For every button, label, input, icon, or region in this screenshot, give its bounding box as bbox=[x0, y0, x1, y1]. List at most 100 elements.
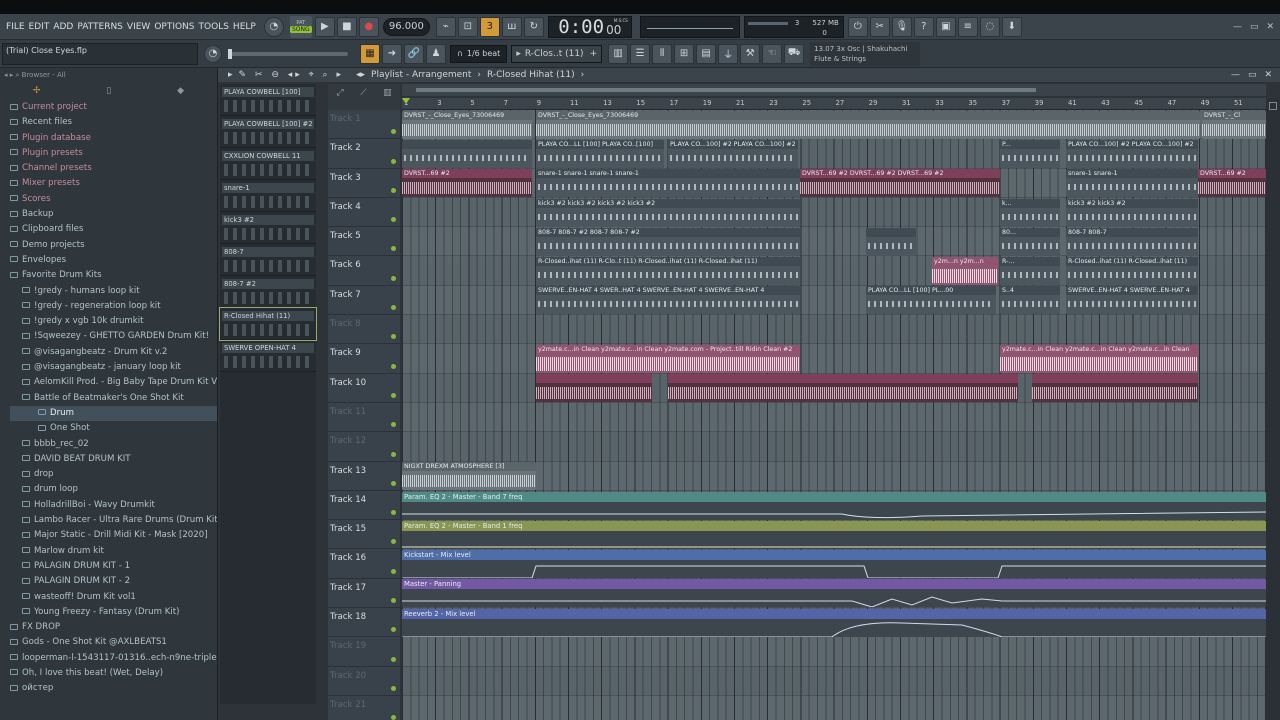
track-mute-led[interactable] bbox=[391, 568, 396, 574]
browser-tag-tab-icon[interactable]: ◆ bbox=[177, 86, 184, 96]
playlist-clip[interactable] bbox=[402, 139, 532, 168]
pattern-slot[interactable]: PLAYA COWBELL [100] #2 bbox=[220, 116, 316, 148]
track-header[interactable]: Track 4 bbox=[328, 198, 400, 228]
play-button[interactable]: ▶ bbox=[314, 16, 335, 37]
zoom-icon[interactable]: ⤢ bbox=[336, 88, 343, 98]
stop-button[interactable]: ■ bbox=[336, 16, 357, 37]
track-lane[interactable] bbox=[402, 315, 1266, 345]
track-mute-led[interactable] bbox=[391, 627, 396, 633]
browser-item[interactable]: Clipboard files bbox=[10, 222, 217, 237]
track-mute-led[interactable] bbox=[391, 158, 396, 164]
track-lane[interactable] bbox=[402, 403, 1266, 433]
track-header[interactable]: Track 20 bbox=[328, 667, 400, 696]
browser-item[interactable]: Marlow drum kit bbox=[10, 544, 217, 559]
track-header[interactable]: Track 3 bbox=[328, 169, 400, 198]
browser-item[interactable]: Plugin database bbox=[10, 131, 217, 146]
track-lane[interactable] bbox=[402, 666, 1266, 696]
online-button[interactable]: ⏻ bbox=[847, 16, 868, 37]
pattern-slot[interactable]: snare-1 bbox=[220, 180, 316, 212]
pattern-slot[interactable]: 808-7 #2 bbox=[220, 276, 316, 308]
track-header[interactable]: Track 17 bbox=[328, 579, 400, 609]
playlist-clip[interactable]: R-... bbox=[1000, 257, 1060, 286]
browser-item[interactable]: !gredy - humans loop kit bbox=[10, 284, 217, 299]
playlist-clip[interactable] bbox=[668, 374, 1018, 403]
track-header[interactable]: Track 10 bbox=[328, 374, 400, 403]
piano-roll-button[interactable]: ▥ bbox=[608, 43, 629, 64]
arrangement-grid[interactable]: DVRST_-_Close_Eyes_73006469 DVRST_-_Close… bbox=[402, 110, 1266, 720]
next-button[interactable]: ➜ bbox=[382, 43, 402, 64]
track-mute-led[interactable] bbox=[391, 392, 396, 398]
track-mute-led[interactable] bbox=[391, 363, 396, 369]
menu-tools[interactable]: TOOLS bbox=[197, 14, 231, 40]
browser-item[interactable]: !Sqweezey - GHETTO GARDEN Drum Kit! bbox=[10, 329, 217, 344]
track-header[interactable]: Track 14 bbox=[328, 491, 400, 521]
track-mute-led[interactable] bbox=[391, 187, 396, 193]
browser-item[interactable]: Current project bbox=[10, 100, 217, 115]
mixer-window-button[interactable]: ⫴ bbox=[652, 43, 673, 64]
pat-song-toggle[interactable]: PAT SONG bbox=[289, 15, 312, 38]
playlist-clip[interactable]: 808-7 808-7 bbox=[1066, 227, 1198, 256]
menu-view[interactable]: VIEW bbox=[125, 14, 152, 40]
playlist-clip[interactable]: k... bbox=[1000, 198, 1060, 227]
minimize-icon[interactable]: — bbox=[1233, 22, 1242, 32]
pattern-slot[interactable]: kick3 #2 bbox=[220, 212, 316, 244]
wait-input-button[interactable]: ⊡ bbox=[457, 16, 478, 37]
main-volume-knob-icon[interactable]: ◔ bbox=[204, 44, 222, 63]
track-header[interactable]: Track 5 bbox=[328, 227, 400, 257]
playlist-clip[interactable]: DVRST_-_Close_Eyes_73006469 bbox=[536, 110, 1200, 139]
min-icon[interactable]: — bbox=[1231, 70, 1240, 80]
options-arrow-icon[interactable]: ▸ bbox=[228, 70, 233, 80]
playlist-clip[interactable]: kick3 #2 kick3 #2 kick3 #2 kick3 #2 bbox=[536, 198, 800, 227]
menu-edit[interactable]: EDIT bbox=[27, 14, 52, 40]
blend-notes-button[interactable]: ш bbox=[501, 16, 522, 37]
track-mute-led[interactable] bbox=[391, 275, 396, 281]
countdown-button[interactable]: 3 bbox=[479, 16, 500, 37]
pattern-slot[interactable]: 808-7 bbox=[220, 244, 316, 276]
playlist-clip[interactable]: PLAYA CO...LL [100] PL...00 bbox=[866, 286, 996, 315]
pattern-selector[interactable]: ▸ R-Clos..t (11) + bbox=[511, 44, 603, 63]
browser-item[interactable]: HolladrillBoi - Wavy Drumkit bbox=[10, 498, 217, 513]
track-lane[interactable] bbox=[402, 696, 1266, 720]
playlist-clip[interactable]: y2mate.c...in Clean y2mate.c...in Clean … bbox=[536, 345, 800, 373]
browser-item[interactable]: Battle of Beatmaker's One Shot Kit bbox=[10, 391, 217, 406]
pattern-slot[interactable]: SWERVE OPEN-HAT 4 bbox=[220, 340, 316, 372]
plugin-picker-button[interactable]: ⊞ bbox=[674, 43, 695, 64]
browser-item[interactable]: Backup bbox=[10, 207, 217, 222]
browser-item[interactable]: bbbb_rec_02 bbox=[10, 437, 217, 452]
playlist-clip[interactable]: DVRST_-_Cl bbox=[1202, 110, 1266, 139]
automation-clip[interactable]: Param. EQ 2 - Master - Band 1 freq bbox=[402, 520, 1266, 549]
master-pitch-slider[interactable] bbox=[228, 48, 348, 59]
track-mute-led[interactable] bbox=[391, 451, 396, 457]
track-header[interactable]: Track 8 bbox=[328, 315, 400, 345]
browser-item[interactable]: Gods - One Shot Kit @AXLBEATS1 bbox=[10, 635, 217, 650]
browser-item[interactable]: PALAGIN DRUM KIT - 2 bbox=[10, 574, 217, 589]
track-header[interactable]: Track 6 bbox=[328, 256, 400, 286]
track-mute-led[interactable] bbox=[391, 510, 396, 516]
track-header[interactable]: Track 18 bbox=[328, 608, 400, 638]
track-mute-led[interactable] bbox=[391, 480, 396, 486]
track-mute-led[interactable] bbox=[391, 598, 396, 604]
cart-button[interactable]: ⛟ bbox=[784, 43, 805, 64]
tempo-display[interactable]: 96.000 bbox=[382, 17, 430, 36]
menu-file[interactable]: FILE bbox=[4, 14, 27, 40]
track-header[interactable]: Track 9 bbox=[328, 344, 400, 374]
browser-item[interactable]: @visagangbeatz - Drum Kit v.2 bbox=[10, 345, 217, 360]
track-header[interactable]: Track 7 bbox=[328, 286, 400, 316]
track-mute-led[interactable] bbox=[391, 656, 396, 662]
browser-item[interactable]: Scores bbox=[10, 192, 217, 207]
playlist-clip[interactable]: snare-1 snare-1 bbox=[1066, 169, 1198, 198]
browser-item[interactable]: AelomKill Prod. - Big Baby Tape Drum Kit… bbox=[10, 375, 217, 390]
browser-item[interactable]: Oh, I love this beat! (Wet, Delay) bbox=[10, 666, 217, 681]
playlist-clip[interactable]: PLAYA CO...100] #2 PLAYA CO...100] #2 bbox=[668, 139, 798, 168]
menu-add[interactable]: ADD bbox=[51, 14, 75, 40]
track-mute-led[interactable] bbox=[391, 246, 396, 252]
menu-help[interactable]: HELP bbox=[231, 14, 258, 40]
playlist-clip[interactable]: S..4 bbox=[1000, 286, 1060, 315]
playlist-clip[interactable]: SWERVE..EN-HAT 4 SWER..HAT 4 SWERVE..EN-… bbox=[536, 286, 800, 315]
playlist-clip[interactable]: P... bbox=[1000, 139, 1060, 168]
browser-item[interactable]: Envelopes bbox=[10, 253, 217, 268]
scroll-zoom-icon[interactable] bbox=[1269, 102, 1277, 110]
close-icon[interactable]: ✕ bbox=[1266, 22, 1274, 32]
restore-icon[interactable]: ▭ bbox=[1248, 70, 1257, 80]
piano-small-icon[interactable]: ▥ bbox=[383, 88, 392, 98]
